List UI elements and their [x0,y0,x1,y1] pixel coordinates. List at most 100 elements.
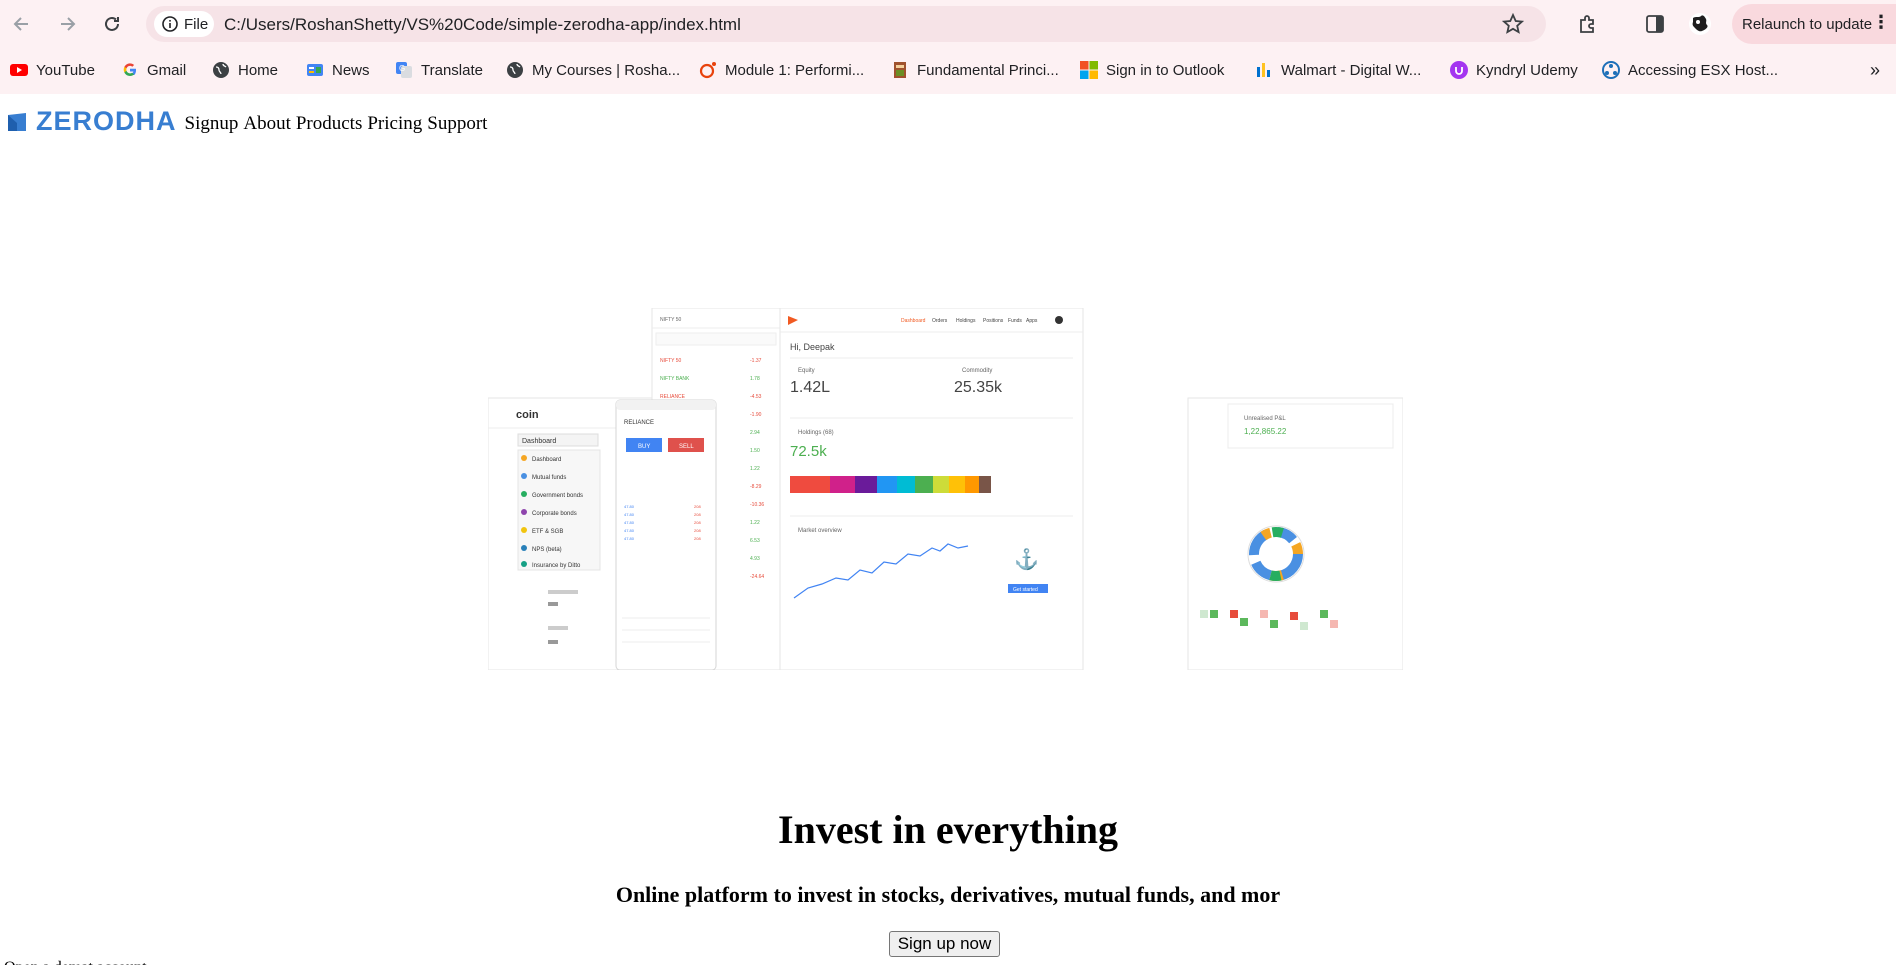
commodity-label: Commodity [962,368,992,374]
equity-label: Equity [798,368,815,374]
back-icon[interactable] [10,12,34,36]
bookmark-esx[interactable]: Accessing ESX Host... [1602,58,1778,82]
coin-menu-item: Government bonds [532,493,583,499]
zerodha-logo[interactable]: ZERODHA [6,106,177,137]
svg-text:NIFTY BANK: NIFTY BANK [660,376,690,382]
relaunch-label: Relaunch to update [1742,15,1873,33]
book-icon [891,61,909,79]
sell-label: SELL [679,444,694,450]
order-stock-name: RELIANCE [624,420,654,426]
svg-text:-4.53: -4.53 [750,394,762,400]
svg-text:208: 208 [694,520,701,525]
nav-link-about[interactable]: About [243,113,291,135]
microsoft-icon [1080,61,1098,79]
bookmark-outlook[interactable]: Sign in to Outlook [1080,58,1224,82]
svg-text:Funds: Funds [1008,318,1022,324]
site-info-label: File [184,15,209,33]
equity-value: 1.42L [790,379,830,396]
coin-menu-item: NPS (beta) [532,547,562,553]
svg-text:NIFTY 50: NIFTY 50 [660,317,682,323]
forward-icon[interactable] [55,12,79,36]
news-icon [306,61,324,79]
svg-text:-1.37: -1.37 [750,358,762,364]
svg-text:-24.64: -24.64 [750,574,764,580]
nav-link-products[interactable]: Products [296,113,363,135]
bookmark-module-1[interactable]: Module 1: Performi... [699,58,864,82]
bookmark-fundamental[interactable]: Fundamental Princi... [891,58,1059,82]
nav-links: Signup About Products Pricing Support [185,113,488,137]
bookmark-my-courses[interactable]: My Courses | Rosha... [506,58,680,82]
svg-text:208: 208 [694,528,701,533]
get-started-label: Get started [1013,587,1038,593]
bookmark-label: Fundamental Princi... [917,61,1059,79]
bookmark-label: Gmail [147,61,187,79]
svg-text:47.80: 47.80 [624,528,635,533]
svg-text:NIFTY 50: NIFTY 50 [660,358,682,364]
bookmark-label: Accessing ESX Host... [1628,61,1779,79]
bookmark-gmail[interactable]: Gmail [121,58,186,82]
url-text[interactable]: C:/Users/RoshanShetty/VS%20Code/simple-z… [224,15,741,35]
svg-text:RELIANCE: RELIANCE [660,394,686,400]
profile-avatar-icon[interactable] [1688,12,1712,36]
signup-now-button[interactable]: Sign up now [889,931,1000,957]
commodity-value: 25.35k [954,379,1003,396]
relaunch-button[interactable]: Relaunch to update ⋮ [1732,4,1896,44]
bookmark-star-icon[interactable] [1501,12,1525,40]
svg-text:1.22: 1.22 [750,466,760,472]
bookmark-label: News [332,61,370,79]
coin-logo-text: coin [516,409,539,421]
page-content: ZERODHA Signup About Products Pricing Su… [0,94,1896,965]
bookmark-walmart[interactable]: Walmart - Digital W... [1255,58,1421,82]
browser-toolbar: File C:/Users/RoshanShetty/VS%20Code/sim… [0,0,1896,48]
bookmark-home[interactable]: Home [212,58,278,82]
bookmark-translate[interactable]: G Translate [395,58,483,82]
bookmark-label: Translate [421,61,483,79]
side-panel-icon[interactable] [1643,12,1667,36]
svg-text:Dashboard: Dashboard [901,318,926,324]
svg-text:208: 208 [694,536,701,541]
svg-text:Orders: Orders [932,318,948,324]
bookmark-news[interactable]: News [306,58,370,82]
bookmark-youtube[interactable]: YouTube [10,58,95,82]
svg-text:-10.36: -10.36 [750,502,764,508]
info-icon [162,16,178,32]
nav-link-pricing[interactable]: Pricing [367,113,422,135]
buy-label: BUY [638,444,650,450]
globe-icon [212,61,230,79]
google-icon [121,61,139,79]
address-bar[interactable]: File C:/Users/RoshanShetty/VS%20Code/sim… [146,6,1546,42]
coin-menu-item: Dashboard [532,457,561,463]
svg-text:Positions: Positions [983,318,1004,324]
globe-icon [506,61,524,79]
site-navbar: ZERODHA Signup About Products Pricing Su… [6,106,487,137]
reload-icon[interactable] [100,12,124,36]
site-info-chip[interactable]: File [154,11,214,37]
svg-text:47.80: 47.80 [624,536,635,541]
unrealised-pnl-label: Unrealised P&L [1244,416,1286,422]
svg-text:208: 208 [694,512,701,517]
walmart-icon [1255,61,1273,79]
nav-link-signup[interactable]: Signup [185,113,239,135]
market-overview-label: Market overview [798,528,842,534]
extensions-icon[interactable] [1576,12,1600,36]
bookmark-label: Home [238,61,279,79]
more-menu-icon[interactable]: ⋮ [1872,12,1890,33]
bookmarks-bar: YouTube Gmail Home News G Translate My C… [0,48,1896,94]
bookmark-label: Walmart - Digital W... [1281,61,1422,79]
svg-text:47.80: 47.80 [624,520,635,525]
bookmarks-overflow-icon[interactable]: » [1870,60,1880,81]
bookmark-label: Kyndryl Udemy [1476,61,1578,79]
svg-text:6.53: 6.53 [750,538,760,544]
svg-text:47.80: 47.80 [624,512,635,517]
bookmark-label: YouTube [36,61,95,79]
nav-link-support[interactable]: Support [427,113,487,135]
translate-icon: G [395,61,413,79]
coin-menu-item: Mutual funds [532,475,566,481]
svg-text:1.50: 1.50 [750,448,760,454]
youtube-icon [10,61,28,79]
bookmark-kyndryl-udemy[interactable]: Kyndryl Udemy [1450,58,1578,82]
logo-text: ZERODHA [36,106,177,136]
svg-text:-8.29: -8.29 [750,484,762,490]
udemy-icon [1450,61,1468,79]
module-icon [699,61,717,79]
